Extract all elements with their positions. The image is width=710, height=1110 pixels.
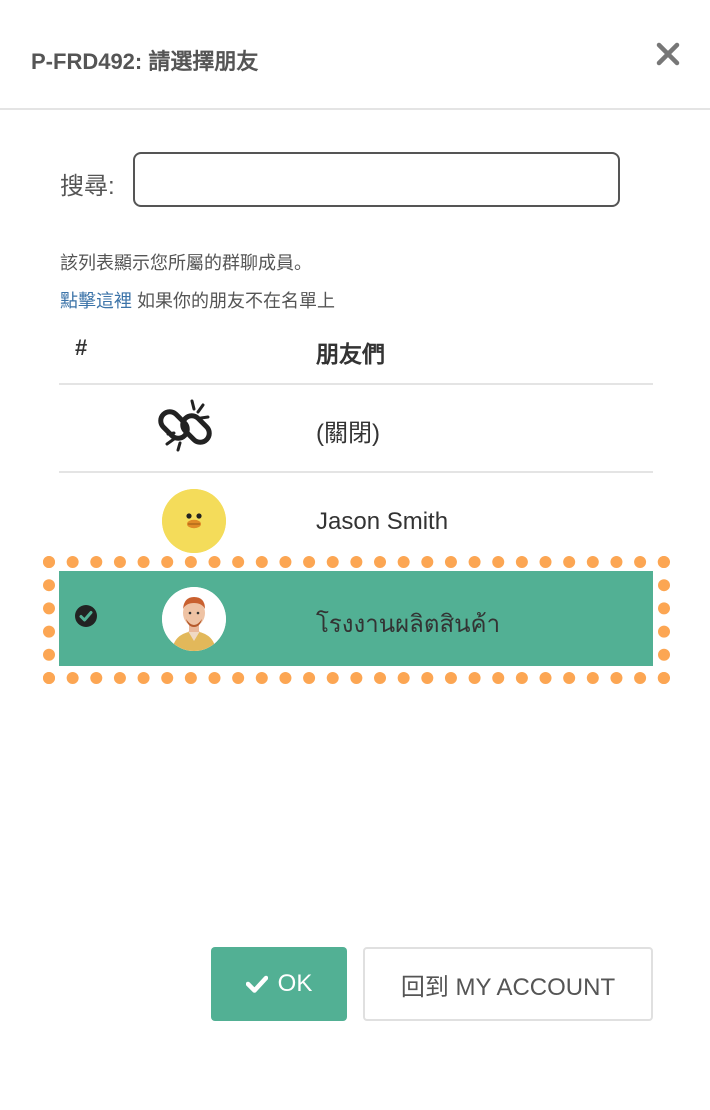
back-to-my-account-button[interactable]: 回到 MY ACCOUNT — [363, 947, 653, 1021]
back-label: 回到 MY ACCOUNT — [400, 973, 616, 1001]
friend-name: (關閉) — [316, 420, 380, 447]
dialog-header: P-FRD492: 請選擇朋友 — [0, 0, 710, 110]
checkmark-icon — [245, 975, 268, 993]
dialog-title: P-FRD492: 請選擇朋友 — [31, 49, 259, 74]
search-input[interactable] — [133, 152, 620, 207]
info-text-rest: 如果你的朋友不在名單上 — [132, 291, 335, 311]
info-text: 該列表顯示您所屬的群聊成員。 — [60, 253, 312, 273]
duck-avatar — [162, 489, 226, 553]
close-icon — [656, 42, 680, 66]
search-label: 搜尋: — [60, 173, 115, 200]
click-here-link[interactable]: 點擊這裡 — [60, 291, 132, 311]
column-header-friends: 朋友們 — [316, 341, 385, 367]
selection-highlight-frame — [43, 556, 670, 684]
table-header-divider — [59, 383, 653, 385]
friend-name: Jason Smith — [316, 508, 449, 535]
row-divider — [59, 471, 653, 473]
close-button[interactable] — [652, 38, 684, 70]
column-header-number: # — [75, 335, 88, 360]
ok-button[interactable]: OK — [211, 947, 347, 1021]
broken-link-icon — [158, 399, 212, 452]
info-text-2: 點擊這裡 如果你的朋友不在名單上 — [60, 287, 335, 313]
ok-label: OK — [277, 970, 313, 997]
